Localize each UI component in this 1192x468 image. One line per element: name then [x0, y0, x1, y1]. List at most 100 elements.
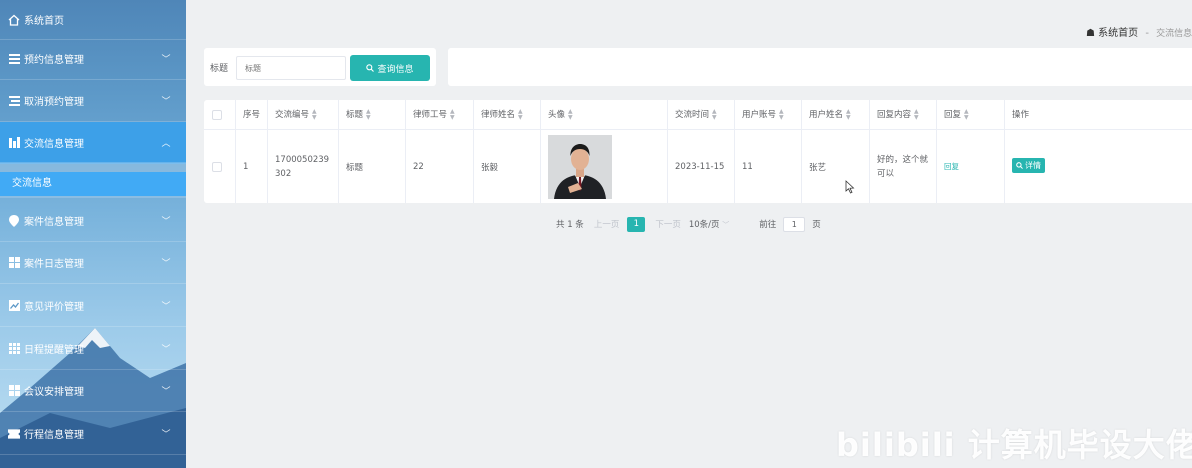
sidebar-item-label: 意见评价管理: [24, 302, 84, 313]
th-lawyer-no[interactable]: 律师工号 ▲ ▼: [406, 100, 474, 130]
chevron-down-icon: ﹀: [161, 97, 171, 107]
chevron-down-icon: ﹀: [161, 217, 171, 227]
select-all-checkbox[interactable]: [212, 110, 222, 120]
th-lawyer-name[interactable]: 律师姓名 ▲ ▼: [474, 100, 541, 130]
submenu: 交流信息: [0, 162, 186, 198]
search-icon: [1016, 162, 1023, 169]
goto-page-input[interactable]: 1: [783, 216, 806, 232]
cell-reply-content: 好的，这个就可以: [870, 130, 937, 203]
chevron-down-icon: ﹀: [161, 387, 171, 397]
sort-icon: ▲ ▼: [712, 107, 717, 121]
th-user-account[interactable]: 用户账号 ▲ ▼: [735, 100, 802, 130]
th-title[interactable]: 标题 ▲ ▼: [339, 100, 406, 130]
sidebar-item-schedule[interactable]: 日程提醒管理 ﹀: [0, 328, 186, 370]
submenu-item-exchange-info[interactable]: 交流信息: [0, 172, 186, 196]
grid-icon: [8, 385, 20, 397]
th-label: 律师工号: [413, 110, 448, 120]
goto-suffix: 页: [812, 220, 821, 230]
page-size-select[interactable]: 10条/页 ﹀: [689, 218, 729, 230]
video-watermark: bilibili 计算机毕设大佬: [836, 426, 1192, 464]
row-select-cell: [204, 130, 236, 203]
detail-button-label: 详情: [1025, 161, 1041, 170]
sort-icon: ▲ ▼: [846, 107, 851, 121]
chevron-down-icon: ﹀: [161, 302, 171, 312]
th-label: 头像: [548, 110, 566, 120]
page-size-value: 10条/页: [688, 220, 720, 230]
home-icon: ☗: [1086, 28, 1095, 39]
sidebar-item-label: 系统首页: [24, 16, 64, 27]
grid-icon: [8, 257, 20, 269]
cell-actions: 详情: [1005, 130, 1192, 203]
sidebar-item-exchange[interactable]: 交流信息管理 ︿: [0, 122, 186, 164]
th-avatar[interactable]: 头像 ▲ ▼: [541, 100, 668, 130]
sidebar-item-label: 预约信息管理: [24, 55, 84, 66]
cell-user-account: 11: [735, 130, 802, 203]
sidebar-item-case-log[interactable]: 案件日志管理 ﹀: [0, 242, 186, 284]
cell-index: 1: [236, 130, 268, 203]
lawyer-avatar-image: [548, 134, 612, 199]
sidebar-item-label: 会议安排管理: [24, 387, 84, 398]
th-reply-content[interactable]: 回复内容 ▲ ▼: [870, 100, 937, 130]
sort-icon: ▲ ▼: [779, 107, 784, 121]
bar-chart-icon: [8, 137, 20, 149]
sort-icon: ▲ ▼: [914, 107, 919, 121]
th-time[interactable]: 交流时间 ▲ ▼: [668, 100, 735, 130]
sort-icon: ▲ ▼: [450, 107, 455, 121]
toolbar-panel: [448, 48, 1192, 86]
cell-time: 2023-11-15: [668, 130, 735, 203]
pagination-total: 共 1 条: [556, 220, 584, 230]
sidebar-item-cancel[interactable]: 取消预约管理 ﹀: [0, 80, 186, 122]
row-checkbox[interactable]: [212, 161, 222, 172]
cell-lawyer-no: 22: [406, 130, 474, 203]
sidebar-item-label: 案件信息管理: [24, 217, 84, 228]
breadcrumb-home[interactable]: 系统首页: [1098, 28, 1138, 39]
sidebar-item-itinerary[interactable]: 行程信息管理 ﹀: [0, 413, 186, 455]
breadcrumb-separator: -: [1145, 28, 1149, 39]
cell-avatar: [541, 130, 668, 203]
th-label: 标题: [346, 110, 364, 120]
th-reply[interactable]: 回复 ▲ ▼: [937, 100, 1005, 130]
reply-link[interactable]: 回复: [944, 161, 959, 172]
sidebar-item-meeting[interactable]: 会议安排管理 ﹀: [0, 370, 186, 412]
sidebar-item-case[interactable]: 案件信息管理 ﹀: [0, 200, 186, 242]
chevron-down-icon: ﹀: [722, 221, 730, 229]
cell-lawyer-name: 张毅: [474, 130, 541, 203]
chevron-down-icon: ﹀: [161, 259, 171, 269]
cell-reply: 回复: [937, 130, 1005, 203]
sidebar-item-label: 行程信息管理: [24, 430, 84, 441]
sidebar-item-label: 日程提醒管理: [24, 345, 84, 356]
th-label: 用户账号: [742, 110, 777, 120]
breadcrumb: ☗ 系统首页 - 交流信息: [1086, 24, 1192, 39]
th-label: 回复内容: [877, 110, 912, 120]
sort-icon: ▲ ▼: [366, 107, 371, 121]
sidebar-item-home[interactable]: 系统首页: [0, 0, 186, 40]
sidebar: 系统首页 预约信息管理 ﹀ 取消预约管理 ﹀ 交流信息管理 ︿ 交流信息 案件信…: [0, 0, 186, 468]
th-code[interactable]: 交流编号 ▲ ▼: [268, 100, 339, 130]
th-label: 回复: [944, 110, 962, 120]
sort-icon: ▲ ▼: [518, 107, 523, 121]
cell-user-name: 张艺: [802, 130, 870, 203]
goto-label: 前往: [759, 220, 777, 230]
title-search-input[interactable]: [236, 56, 346, 80]
detail-button[interactable]: 详情: [1012, 158, 1045, 173]
next-page-button[interactable]: 下一页: [655, 218, 681, 230]
query-button[interactable]: 查询信息: [350, 55, 430, 81]
breadcrumb-current: 交流信息: [1156, 29, 1192, 39]
prev-page-button[interactable]: 上一页: [594, 218, 620, 230]
query-button-label: 查询信息: [377, 64, 414, 75]
page-1-button[interactable]: 1: [627, 216, 646, 232]
data-table: 序号 交流编号 ▲ ▼ 标题 ▲ ▼ 律师工号 ▲ ▼ 律师姓名 ▲ ▼ 头像 ▲ ▼ 交流时间 ▲ ▼…: [204, 100, 1192, 203]
chevron-down-icon: ﹀: [161, 55, 171, 65]
sidebar-item-label: 取消预约管理: [24, 97, 84, 108]
sort-icon: ▲ ▼: [964, 107, 969, 121]
sidebar-item-feedback[interactable]: 意见评价管理 ﹀: [0, 285, 186, 327]
sidebar-item-label: 案件日志管理: [24, 259, 84, 270]
sidebar-item-appointment[interactable]: 预约信息管理 ﹀: [0, 38, 186, 80]
sort-icon: ▲ ▼: [568, 107, 573, 121]
th-index: 序号: [236, 100, 268, 130]
th-user-name[interactable]: 用户姓名 ▲ ▼: [802, 100, 870, 130]
trend-icon: [8, 300, 20, 312]
search-label: 标题: [210, 64, 229, 74]
search-panel: 标题 查询信息: [204, 48, 436, 86]
pagination: 共 1 条 上一页 1 下一页 10条/页 ﹀ 前往 1 页: [556, 215, 821, 233]
